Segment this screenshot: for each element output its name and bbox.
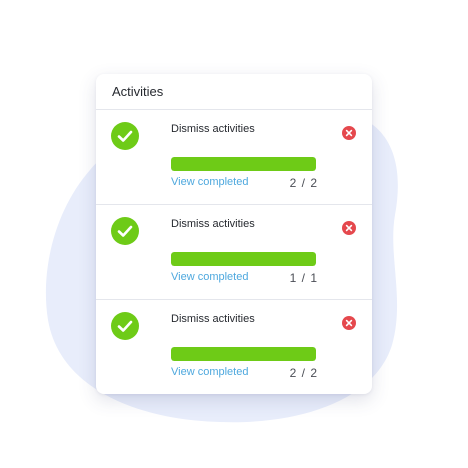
- close-circle-icon[interactable]: [342, 316, 356, 330]
- completion-count: 1 / 1: [289, 271, 318, 285]
- stage: Activities Dismiss activities View compl…: [0, 0, 468, 468]
- progress-fill: [171, 347, 316, 361]
- activity-title: Dismiss activities: [171, 123, 255, 135]
- card-title: Activities: [112, 84, 164, 99]
- progress-bar: [171, 157, 316, 171]
- completion-count: 2 / 2: [289, 366, 318, 380]
- activity-row: Dismiss activities View completed 2 / 2: [96, 110, 372, 205]
- view-completed-link[interactable]: View completed: [171, 366, 248, 378]
- activity-row: Dismiss activities View completed 1 / 1: [96, 205, 372, 300]
- completion-count: 2 / 2: [289, 176, 318, 190]
- progress-bar: [171, 347, 316, 361]
- activity-title: Dismiss activities: [171, 313, 255, 325]
- check-circle-icon: [111, 217, 139, 245]
- progress-fill: [171, 252, 316, 266]
- close-circle-icon[interactable]: [342, 126, 356, 140]
- progress-fill: [171, 157, 316, 171]
- view-completed-link[interactable]: View completed: [171, 271, 248, 283]
- close-circle-icon[interactable]: [342, 221, 356, 235]
- progress-bar: [171, 252, 316, 266]
- activity-title: Dismiss activities: [171, 218, 255, 230]
- check-circle-icon: [111, 122, 139, 150]
- activities-card: Activities Dismiss activities View compl…: [96, 74, 372, 394]
- card-header: Activities: [96, 74, 372, 110]
- activity-row: Dismiss activities View completed 2 / 2: [96, 300, 372, 394]
- check-circle-icon: [111, 312, 139, 340]
- view-completed-link[interactable]: View completed: [171, 176, 248, 188]
